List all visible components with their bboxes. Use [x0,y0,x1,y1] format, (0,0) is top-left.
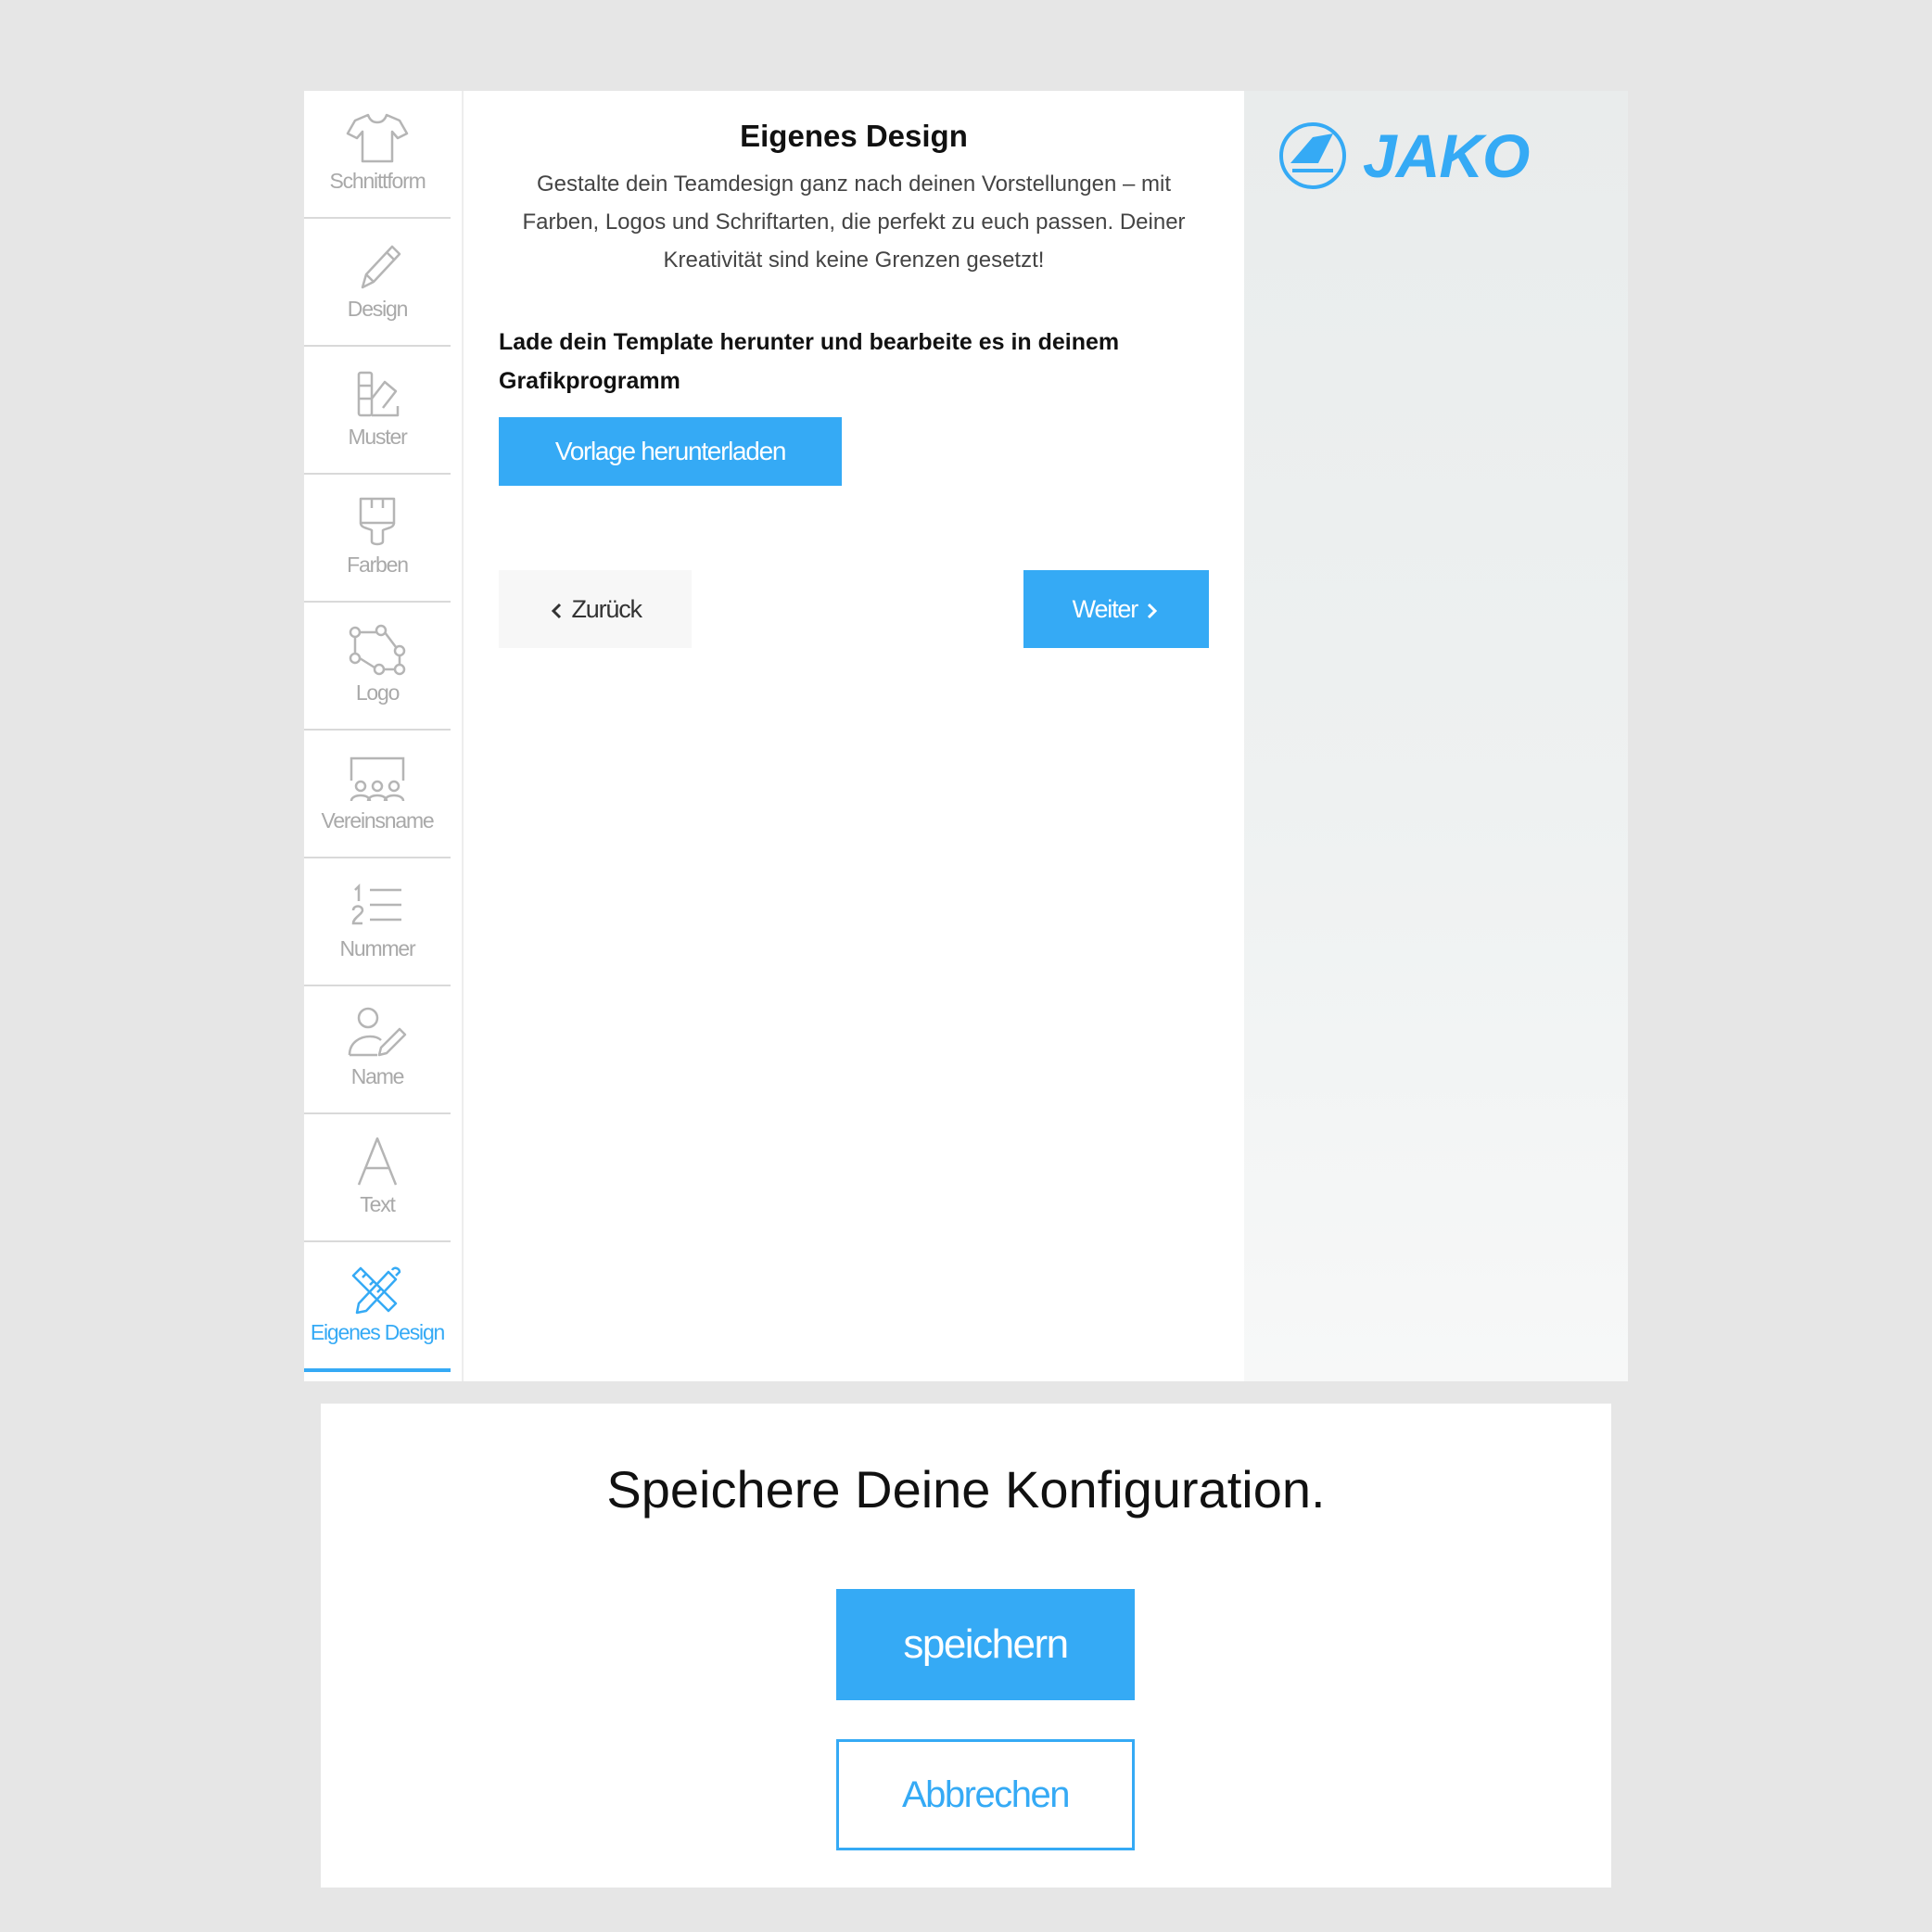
next-button-label: Weiter [1072,595,1139,623]
sidebar-item-label: Schnittform [329,169,426,193]
chevron-left-icon [552,603,562,618]
cancel-button[interactable]: Abbrechen [836,1739,1135,1850]
sidebar-item-name[interactable]: Name [304,986,451,1114]
sidebar-item-label: Logo [355,680,400,705]
sidebar-item-design[interactable]: Design [304,219,451,347]
shirt-icon [346,113,409,163]
dialog-title: Speichere Deine Konfiguration. [606,1460,1326,1519]
sidebar-item-schnittform[interactable]: Schnittform [304,91,451,219]
content-area: Eigenes Design Gestalte dein Teamdesign … [499,91,1209,1381]
configurator-panel: Schnittform Design Muster Farben Logo Ve… [304,91,1628,1381]
jako-logo-mark-icon [1279,122,1346,189]
download-template-button[interactable]: Vorlage herunterladen [499,417,842,486]
page-title: Eigenes Design [740,119,968,153]
download-instruction: Lade dein Template herunter und bearbeit… [499,329,1120,394]
chevron-right-icon [1148,603,1158,618]
sidebar-item-label: Design [347,297,409,321]
pencil-icon [361,245,401,289]
sidebar-item-muster[interactable]: Muster [304,347,451,475]
product-preview: JAKO [1244,91,1628,1381]
next-button[interactable]: Weiter [1023,570,1209,648]
sidebar-item-label: Nummer [339,936,416,960]
sidebar-item-label: Eigenes Design [310,1320,446,1344]
sidebar-item-nummer[interactable]: Nummer [304,858,451,986]
team-icon [350,756,405,802]
sidebar-nav: Schnittform Design Muster Farben Logo Ve… [304,91,464,1381]
sidebar-item-label: Name [350,1064,405,1088]
pattern-icon [357,371,400,417]
back-button-label: Zurück [571,595,642,623]
sidebar-item-label: Muster [348,425,407,449]
back-button[interactable]: Zurück [499,570,692,648]
sidebar-item-text[interactable]: Text [304,1114,451,1242]
save-dialog: Speichere Deine Konfiguration. speichern… [321,1404,1611,1888]
sidebar-item-logo[interactable]: Logo [304,603,451,731]
letter-a-icon [357,1137,398,1186]
sidebar-item-label: Text [360,1192,396,1216]
page-description: Gestalte dein Teamdesign ganz nach deine… [522,172,1186,273]
sidebar-item-label: Vereinsname [321,808,434,833]
paintbrush-icon [359,497,396,546]
jako-logo-text: JAKO [1363,121,1530,190]
sidebar-item-label: Farben [347,553,409,577]
sidebar-item-farben[interactable]: Farben [304,475,451,603]
design-tools-icon [351,1266,401,1315]
save-button[interactable]: speichern [836,1589,1135,1700]
numbered-list-icon [351,883,401,925]
sidebar-item-eigenes-design[interactable]: Eigenes Design [304,1242,451,1372]
jako-logo: JAKO [1277,121,1530,195]
sidebar-item-vereinsname[interactable]: Vereinsname [304,731,451,858]
logo-nodes-icon [349,624,406,676]
user-edit-icon [348,1007,407,1057]
